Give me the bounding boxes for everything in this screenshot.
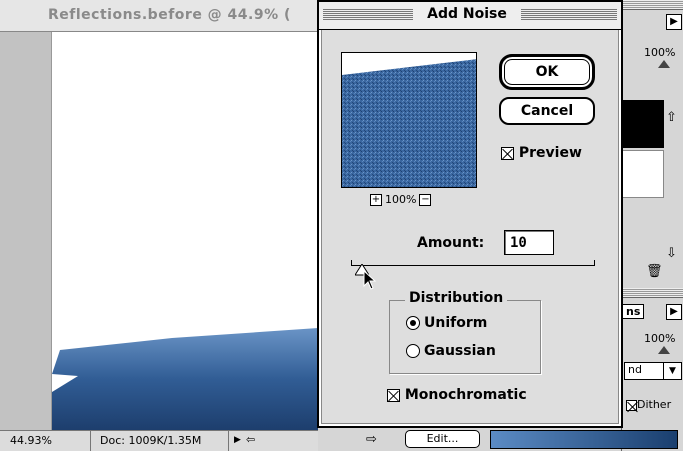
dither-check-icon — [626, 399, 637, 411]
canvas-gutter — [0, 32, 52, 430]
distribution-group: Uniform Gaussian — [389, 300, 541, 374]
arrow-cursor-icon — [363, 270, 377, 290]
ok-button[interactable]: OK — [499, 54, 595, 90]
dialog-title: Add Noise — [415, 6, 519, 22]
scroll-right-arrow-icon[interactable]: ⇨ — [366, 432, 377, 447]
radio-empty-icon — [406, 344, 420, 358]
palette-menu-arrow-icon[interactable]: ▶ — [666, 14, 682, 30]
bottom-strip: ⇨ Edit... — [318, 428, 678, 451]
monochromatic-checkbox[interactable]: Monochromatic — [387, 387, 527, 403]
trash-icon[interactable]: 🗑 — [646, 264, 663, 279]
palette-menu-arrow-icon[interactable]: ▶ — [666, 304, 682, 320]
zoom-readout[interactable]: 44.93% — [10, 434, 52, 447]
scroll-left-arrow-icon[interactable]: ⇦ — [246, 433, 255, 446]
preview-zoom-level: 100% — [385, 193, 417, 206]
document-status-bar: 44.93% Doc: 1009K/1.35M ▶ ⇦ — [0, 430, 318, 451]
preview-zoom-controls: +100% − — [367, 193, 434, 206]
dialog-title-bar[interactable]: Add Noise — [319, 2, 621, 30]
cancel-button[interactable]: Cancel — [499, 97, 595, 125]
palette-column: ▶ 100% ⇧ ⇩ 🗑 ns ▶ 100% nd ▼ Dither — [621, 0, 683, 451]
filter-preview[interactable] — [341, 52, 477, 188]
chevron-down-icon: ▼ — [663, 363, 681, 379]
navigator-zoom: 100% — [644, 46, 676, 59]
canvas-image — [52, 328, 318, 430]
amount-field[interactable] — [504, 230, 554, 255]
zoom-slider-triangle-icon[interactable] — [658, 60, 670, 68]
monochromatic-check-icon — [387, 388, 400, 402]
swatch-white[interactable] — [622, 150, 664, 198]
scroll-up-arrow-icon[interactable]: ⇧ — [666, 110, 677, 125]
swatch-black[interactable] — [622, 100, 664, 148]
dither-checkbox[interactable]: Dither — [626, 398, 671, 411]
zoom-out-icon[interactable]: − — [419, 194, 432, 206]
add-noise-dialog: Add Noise +100% − OK Cancel Preview Amoun… — [317, 0, 623, 428]
amount-label: Amount: — [417, 235, 485, 251]
brushes-palette-title[interactable] — [622, 288, 683, 298]
amount-slider[interactable] — [351, 260, 595, 266]
document-title-bar[interactable]: Reflections.before @ 44.9% ( — [0, 0, 318, 32]
uniform-radio[interactable]: Uniform — [406, 315, 487, 331]
gradient-preview — [490, 430, 678, 449]
palette-tab[interactable]: ns — [622, 304, 645, 319]
document-window: Reflections.before @ 44.9% ( 44.93% Doc:… — [0, 0, 318, 451]
status-menu-arrow-icon[interactable]: ▶ — [234, 435, 241, 445]
zoom-slider-triangle-icon[interactable] — [658, 346, 670, 354]
preview-check-icon — [501, 146, 514, 160]
radio-selected-icon — [406, 316, 420, 330]
document-title: Reflections.before @ 44.9% ( — [48, 7, 291, 23]
gaussian-radio[interactable]: Gaussian — [406, 343, 496, 359]
palette-zoom: 100% — [644, 332, 676, 345]
navigator-palette-title[interactable] — [622, 0, 683, 10]
zoom-in-icon[interactable]: + — [370, 194, 382, 206]
edit-button[interactable]: Edit... — [405, 430, 480, 448]
doc-size-readout: Doc: 1009K/1.35M — [100, 434, 202, 447]
preview-image — [342, 53, 476, 187]
mode-select[interactable]: nd ▼ — [624, 362, 682, 380]
preview-checkbox[interactable]: Preview — [501, 145, 582, 161]
scroll-down-arrow-icon[interactable]: ⇩ — [666, 246, 677, 261]
distribution-legend: Distribution — [405, 290, 508, 306]
image-canvas[interactable] — [52, 32, 318, 430]
